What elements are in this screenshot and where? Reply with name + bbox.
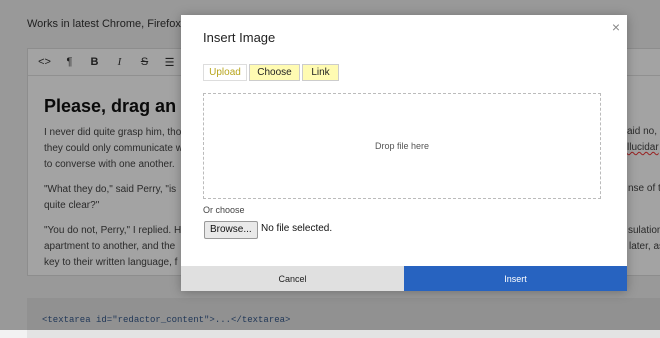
- insert-image-modal: Insert Image × Upload Choose Link Drop f…: [181, 15, 627, 291]
- tab-link[interactable]: Link: [302, 64, 339, 81]
- tab-choose[interactable]: Choose: [249, 64, 300, 81]
- close-icon[interactable]: ×: [612, 20, 620, 34]
- modal-footer: Cancel Insert: [181, 266, 627, 291]
- tab-upload[interactable]: Upload: [203, 64, 247, 81]
- file-status-text: No file selected.: [261, 223, 333, 234]
- dropzone-text: Drop file here: [374, 141, 430, 151]
- modal-title: Insert Image: [203, 30, 276, 45]
- or-choose-label: Or choose: [203, 205, 245, 215]
- browse-button[interactable]: Browse...: [204, 221, 258, 239]
- cancel-button[interactable]: Cancel: [181, 266, 404, 291]
- file-dropzone[interactable]: Drop file here: [203, 93, 601, 199]
- modal-tabs: Upload Choose Link: [203, 64, 341, 81]
- insert-button[interactable]: Insert: [404, 266, 627, 291]
